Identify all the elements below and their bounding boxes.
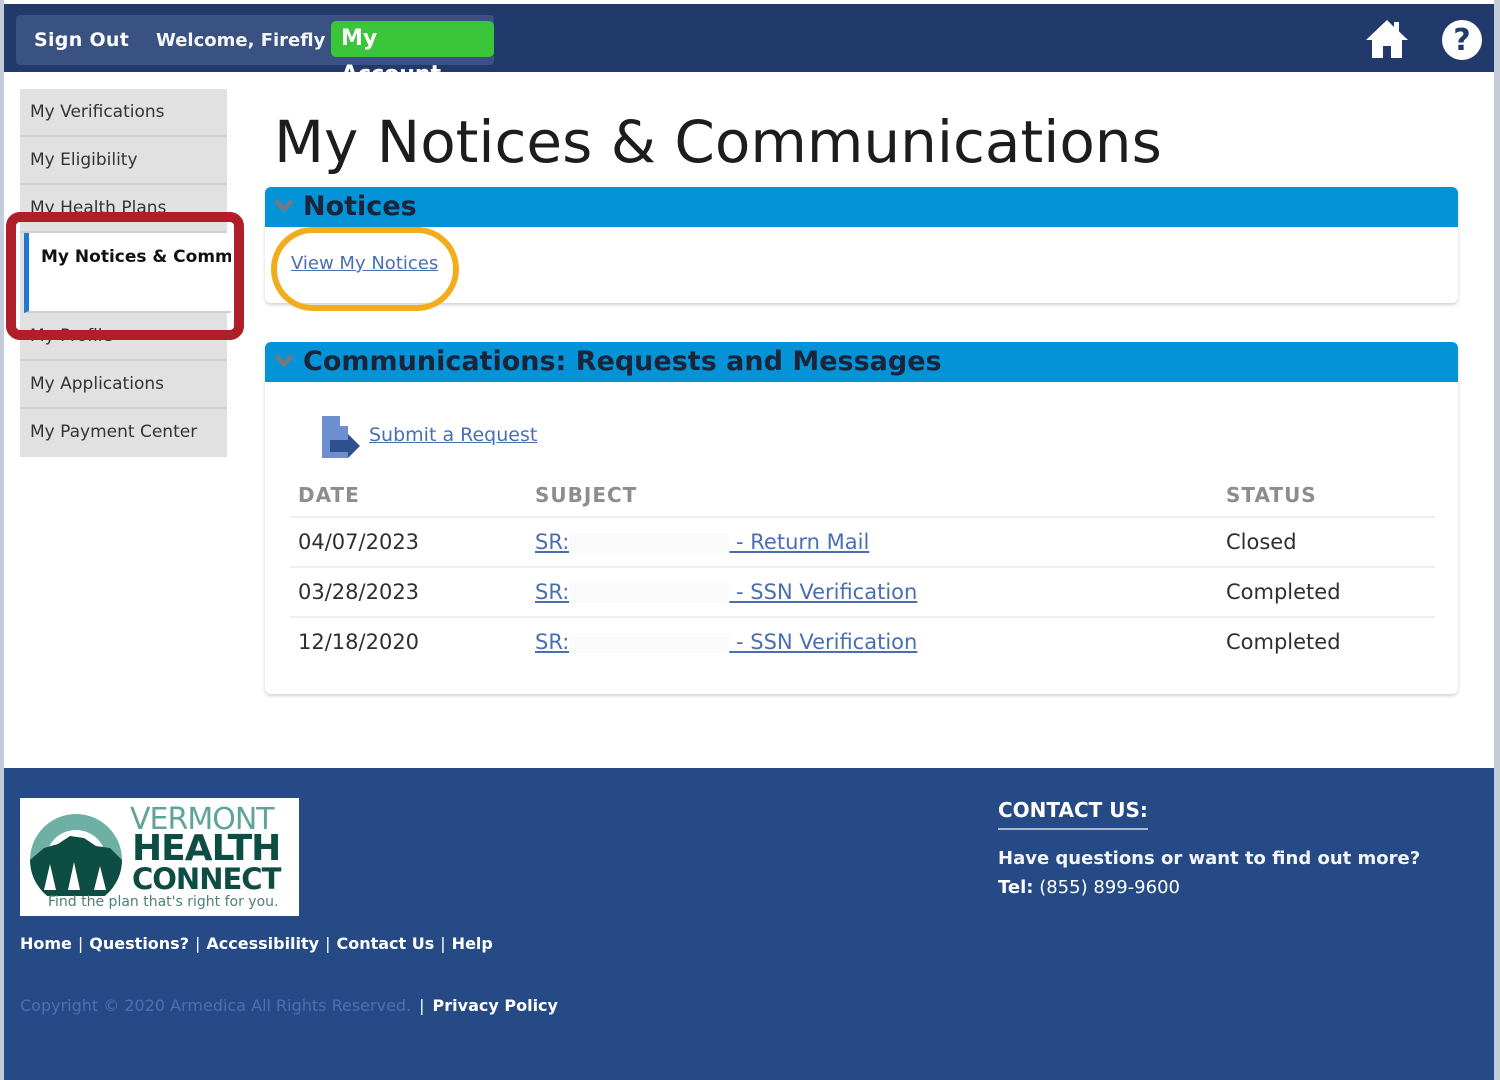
phone-label: Tel: [998, 877, 1034, 898]
submit-request-icon[interactable] [320, 414, 362, 460]
sidebar-item-health-plans[interactable]: My Health Plans [20, 185, 227, 233]
subject-suffix: - SSN Verification [729, 630, 918, 654]
subject-link[interactable]: SR: - SSN Verification [535, 630, 917, 654]
column-header-subject[interactable]: SUBJECT [527, 474, 1218, 518]
top-bar: Sign Out Welcome, Firefly My Account ? [4, 4, 1494, 87]
phone-number[interactable]: (855) 899-9600 [1039, 877, 1180, 898]
footer-link-home[interactable]: Home [20, 934, 72, 953]
help-icon[interactable]: ? [1440, 18, 1484, 62]
mountain-logo-icon [30, 814, 122, 896]
column-header-status[interactable]: STATUS [1218, 474, 1435, 518]
communications-panel: Communications: Requests and Messages Su… [265, 342, 1458, 694]
separator: | [440, 934, 446, 953]
subject-link[interactable]: SR: - SSN Verification [535, 580, 917, 604]
communications-panel-header[interactable]: Communications: Requests and Messages [265, 342, 1458, 382]
row-date: 04/07/2023 [290, 517, 527, 568]
chevron-down-icon[interactable] [273, 350, 295, 372]
row-subject: SR: - Return Mail [527, 517, 1218, 568]
contact-question: Have questions or want to find out more? [998, 848, 1421, 869]
table-header-row: DATE SUBJECT STATUS [290, 474, 1435, 518]
footer-link-help[interactable]: Help [452, 934, 493, 953]
row-status: Completed [1226, 630, 1341, 654]
copyright-text: Copyright © 2020 Armedica All Rights Res… [20, 996, 412, 1015]
footer-link-questions[interactable]: Questions? [89, 934, 189, 953]
footer-link-contact-us[interactable]: Contact Us [336, 934, 434, 953]
separator: | [419, 996, 425, 1015]
chevron-down-icon[interactable] [273, 195, 295, 217]
row-subject: SR: - SSN Verification [527, 617, 1218, 666]
separator: | [325, 934, 331, 953]
my-account-button[interactable]: My Account [331, 21, 494, 87]
footer-links: Home | Questions? | Accessibility | Contact Us… [20, 934, 493, 953]
welcome-text: Welcome, Firefly [156, 30, 326, 51]
sign-out-button[interactable]: Sign Out [34, 29, 129, 51]
sidebar-item-applications[interactable]: My Applications [20, 361, 227, 409]
row-subject: SR: - SSN Verification [527, 567, 1218, 618]
redacted-region [569, 533, 730, 553]
subject-prefix: SR: [535, 630, 570, 654]
subject-link[interactable]: SR: - Return Mail [535, 530, 869, 554]
row-status: Closed [1218, 517, 1435, 568]
table-row: 12/18/2020 SR: - SSN Verification Comple… [290, 617, 1435, 666]
redacted-region [569, 583, 730, 603]
sidebar-item-profile[interactable]: My Profile [20, 313, 227, 361]
account-group: Sign Out Welcome, Firefly My Account [16, 15, 494, 87]
row-date: 03/28/2023 [290, 567, 527, 618]
separator: | [77, 934, 84, 953]
home-icon[interactable] [1364, 18, 1410, 60]
footer-bottom: Copyright © 2020 Armedica All Rights Res… [20, 996, 558, 1015]
subject-prefix: SR: [535, 580, 570, 604]
sidebar-item-verifications[interactable]: My Verifications [20, 89, 227, 137]
row-status: Completed [1218, 567, 1435, 618]
footer: VERMONT HEALTH CONNECT Find the plan tha… [4, 768, 1494, 1080]
vermont-health-connect-logo[interactable]: VERMONT HEALTH CONNECT Find the plan tha… [20, 798, 299, 916]
sidebar-item-payment-center[interactable]: My Payment Center [20, 409, 227, 457]
footer-link-accessibility[interactable]: Accessibility [206, 934, 319, 953]
subject-prefix: SR: [535, 530, 570, 554]
sidebar-item-notices-communications[interactable]: My Notices & Communications [24, 233, 231, 313]
view-my-notices-link[interactable]: View My Notices [291, 253, 438, 274]
page-title: My Notices & Communications [274, 108, 1162, 176]
communications-table: DATE SUBJECT STATUS 04/07/2023 SR: - Ret… [290, 474, 1435, 666]
logo-tagline: Find the plan that's right for you. [48, 894, 279, 910]
separator: | [194, 934, 201, 953]
logo-text-connect: CONNECT [132, 862, 281, 896]
subject-suffix: - SSN Verification [729, 580, 918, 604]
sidebar-item-eligibility[interactable]: My Eligibility [20, 137, 227, 185]
sidebar-nav: My Verifications My Eligibility My Healt… [20, 89, 231, 457]
redacted-region [569, 633, 730, 653]
table-row: 03/28/2023 SR: - SSN Verification Comple… [290, 567, 1435, 618]
notices-panel: Notices View My Notices [265, 187, 1458, 311]
subject-suffix: - Return Mail [729, 530, 870, 554]
column-header-date[interactable]: DATE [290, 474, 527, 518]
submit-request-link[interactable]: Submit a Request [369, 424, 537, 446]
communications-panel-title: Communications: Requests and Messages [303, 346, 942, 377]
svg-text:?: ? [1453, 23, 1470, 58]
row-date: 12/18/2020 [298, 630, 420, 654]
contact-phone: Tel: (855) 899-9600 [998, 877, 1420, 898]
notices-panel-header[interactable]: Notices [265, 187, 1458, 227]
contact-title: CONTACT US: [998, 798, 1148, 830]
notices-panel-title: Notices [303, 191, 417, 222]
privacy-policy-link[interactable]: Privacy Policy [433, 996, 558, 1015]
contact-section: CONTACT US: Have questions or want to fi… [998, 798, 1420, 898]
table-row: 04/07/2023 SR: - Return Mail Closed [290, 517, 1435, 568]
